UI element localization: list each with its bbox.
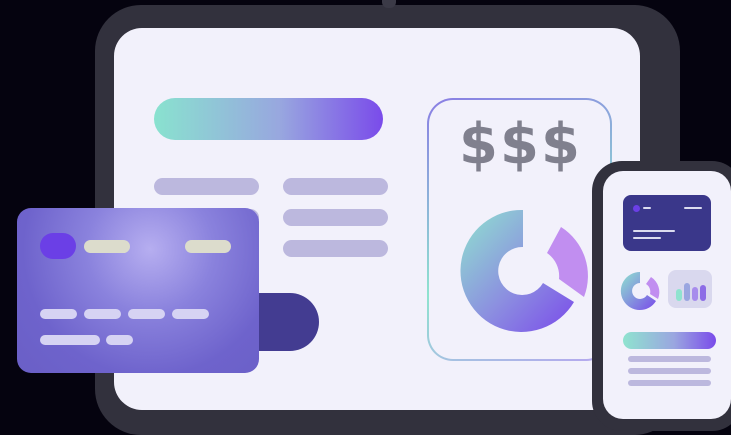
placeholder-line [283, 178, 388, 195]
placeholder-line [283, 209, 388, 226]
card-chip-icon [40, 233, 76, 259]
bar-chart-bar [692, 287, 698, 301]
bar-chart-bar [676, 289, 682, 301]
bar-chart-bar [684, 283, 690, 301]
card-number-segment [40, 309, 77, 319]
mini-card-line [633, 230, 675, 232]
mini-card-chip-icon [633, 205, 640, 212]
card-number-segment [84, 309, 121, 319]
mini-donut-chart-icon [620, 271, 660, 310]
card-holder-line [106, 335, 133, 345]
mini-card-line [633, 237, 661, 239]
bar-chart-bar [700, 285, 706, 301]
tablet-header-bar [154, 98, 383, 140]
phone-placeholder-line [628, 356, 711, 362]
placeholder-line [154, 178, 259, 195]
dollar-sign-icon: $$$ [459, 112, 582, 177]
phone-header-bar [623, 332, 716, 349]
card-label-pill [185, 240, 231, 253]
mini-card-line [643, 207, 651, 209]
mini-card-line [684, 207, 702, 209]
placeholder-line [283, 240, 388, 257]
phone-placeholder-line [628, 380, 711, 386]
card-label-pill [84, 240, 130, 253]
donut-chart-icon [460, 209, 588, 332]
card-number-segment [172, 309, 209, 319]
phone-placeholder-line [628, 368, 711, 374]
card-holder-line [40, 335, 100, 345]
card-number-segment [128, 309, 165, 319]
mini-credit-card [623, 195, 711, 251]
